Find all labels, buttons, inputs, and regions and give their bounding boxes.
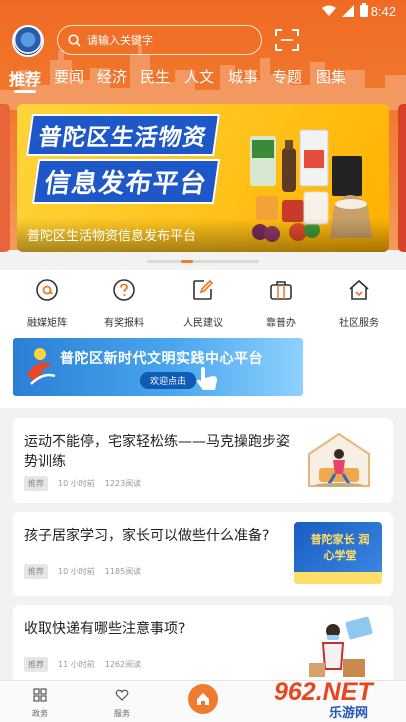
clock: 8:42 xyxy=(370,4,396,19)
app-logo[interactable] xyxy=(12,25,44,57)
news-time: 10 小时前 xyxy=(58,567,95,576)
news-meta: 推荐 10 小时前 1223阅读 xyxy=(24,476,141,491)
banner-headline-2: 信息发布平台 xyxy=(31,159,221,204)
battery-icon xyxy=(360,3,368,17)
search-placeholder: 请输入关键字 xyxy=(87,34,153,47)
quick-link-label: 社区服务 xyxy=(339,318,379,329)
promo-title: 普陀区新时代文明实践中心平台 xyxy=(60,351,263,367)
nav-label: 服务 xyxy=(114,709,130,718)
banner-caption-bar: 普陀区生活物资信息发布平台 xyxy=(17,218,389,252)
home-icon xyxy=(197,693,209,705)
promo-button[interactable]: 欢迎点击 xyxy=(140,372,197,389)
signal-icon xyxy=(342,5,354,17)
news-card[interactable]: 收取快递有哪些注意事项? 推荐 11 小时前 1262阅读 xyxy=(13,605,393,687)
tab-special[interactable]: 专题 xyxy=(272,66,302,87)
search-input[interactable]: 请输入关键字 xyxy=(57,25,262,55)
news-thumbnail xyxy=(303,428,375,488)
grid-icon xyxy=(33,688,47,702)
news-meta: 推荐 11 小时前 1262阅读 xyxy=(24,657,141,672)
tab-city[interactable]: 城事 xyxy=(228,66,258,87)
quick-link-kaopuban[interactable]: 靠普办 xyxy=(246,278,316,329)
at-sign-icon xyxy=(36,279,58,301)
news-tag: 推荐 xyxy=(24,564,48,579)
banner-slide[interactable]: 普陀区生活物资 信息发布平台 普陀区生活物资信息发布平台 xyxy=(17,104,389,252)
carousel-next-slide[interactable] xyxy=(398,104,406,252)
quick-link-label: 融媒矩阵 xyxy=(27,318,67,329)
quick-link-news-tip[interactable]: 有奖报料 xyxy=(89,278,159,329)
news-title: 孩子居家学习，家长可以做些什么准备? xyxy=(24,528,270,544)
news-thumbnail xyxy=(303,613,381,683)
wifi-icon xyxy=(322,5,336,16)
civilization-logo-icon xyxy=(27,348,56,385)
quick-link-label: 有奖报料 xyxy=(104,318,144,329)
quick-link-label: 人民建议 xyxy=(183,318,223,329)
category-tabs: 推荐 要闻 经济 民生 人文 城事 专题 图集 xyxy=(0,66,406,93)
news-tag: 推荐 xyxy=(24,476,48,491)
quick-link-citizen-suggestion[interactable]: 人民建议 xyxy=(168,278,238,329)
news-title: 收取快递有哪些注意事项? xyxy=(24,621,186,637)
news-reads: 1185阅读 xyxy=(104,567,142,576)
home-icon xyxy=(349,279,369,300)
nav-label: 政务 xyxy=(32,709,48,718)
news-tag: 推荐 xyxy=(24,657,48,672)
quick-link-media-matrix[interactable]: 融媒矩阵 xyxy=(12,278,82,329)
status-bar: 8:42 xyxy=(0,0,406,24)
nav-services[interactable]: 服务 xyxy=(92,687,152,719)
banner-caption: 普陀区生活物资信息发布平台 xyxy=(27,229,197,244)
news-title: 运动不能停，宅家轻松练——马克操跑步姿势训练 xyxy=(24,434,290,470)
news-reads: 1223阅读 xyxy=(104,479,142,488)
carousel-active-dot xyxy=(181,260,193,263)
carousel-prev-slide[interactable] xyxy=(0,104,10,252)
news-time: 11 小时前 xyxy=(58,660,95,669)
civilization-center-promo[interactable]: 普陀区新时代文明实践中心平台 欢迎点击 xyxy=(13,338,303,396)
news-card[interactable]: 孩子居家学习，家长可以做些什么准备? 推荐 10 小时前 1185阅读 普陀家长… xyxy=(13,512,393,596)
tab-economy[interactable]: 经济 xyxy=(97,66,127,87)
quick-link-community-service[interactable]: 社区服务 xyxy=(324,278,394,329)
tab-headlines[interactable]: 要闻 xyxy=(54,66,84,87)
quick-links: 融媒矩阵 有奖报料 人民建议 靠普办 社区服务 xyxy=(0,270,406,330)
banner-headline-1: 普陀区生活物资 xyxy=(26,114,220,156)
question-icon xyxy=(113,279,135,301)
tab-gallery[interactable]: 图集 xyxy=(316,66,346,87)
promo-section: 普陀区新时代文明实践中心平台 欢迎点击 xyxy=(0,330,406,408)
briefcase-icon xyxy=(270,281,292,300)
tab-livelihood[interactable]: 民生 xyxy=(140,66,170,87)
watermark: 962.NET 乐游网 xyxy=(268,678,406,722)
nav-home[interactable] xyxy=(188,684,218,714)
active-tab-indicator xyxy=(14,90,36,93)
thumbnail-caption: 普陀家长 润心学堂 xyxy=(310,533,370,562)
nav-government-affairs[interactable]: 政务 xyxy=(10,687,70,719)
carousel-indicator xyxy=(147,260,259,263)
news-reads: 1262阅读 xyxy=(104,660,142,669)
quick-link-label: 靠普办 xyxy=(266,318,296,329)
news-thumbnail: 普陀家长 润心学堂 xyxy=(294,522,382,584)
heart-icon xyxy=(115,689,129,701)
edit-icon xyxy=(193,279,214,300)
hand-pointer-icon xyxy=(197,367,217,390)
watermark-site: 乐游网 xyxy=(329,706,369,721)
tab-recommend[interactable]: 推荐 xyxy=(9,66,41,90)
news-card[interactable]: 运动不能停，宅家轻松练——马克操跑步姿势训练 推荐 10 小时前 1223阅读 xyxy=(13,418,393,503)
search-icon xyxy=(68,33,81,47)
scan-qr-icon[interactable] xyxy=(273,27,301,53)
tab-culture[interactable]: 人文 xyxy=(184,66,214,87)
news-time: 10 小时前 xyxy=(58,479,95,488)
news-meta: 推荐 10 小时前 1185阅读 xyxy=(24,564,141,579)
